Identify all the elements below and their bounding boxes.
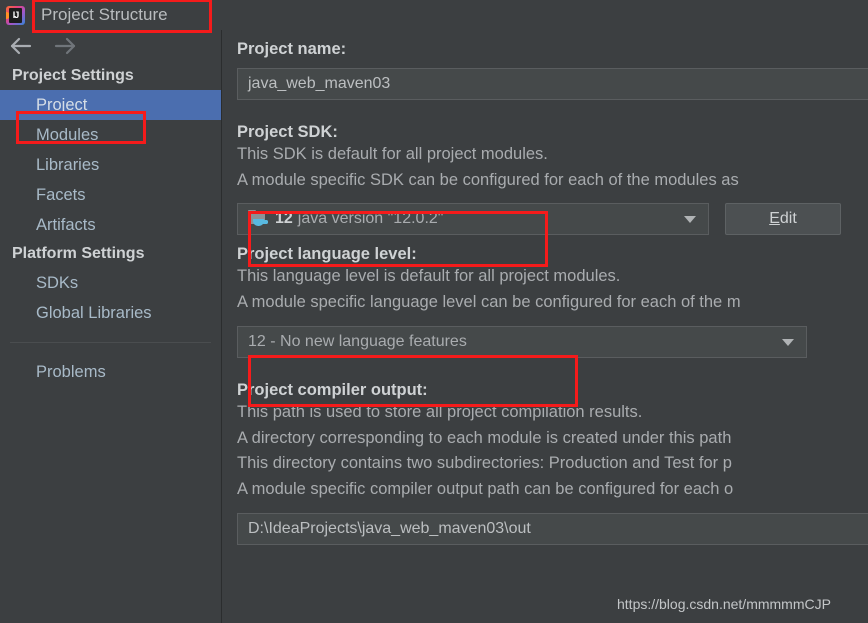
chevron-down-icon[interactable] [782,339,794,347]
sidebar-group-header: Project Settings [12,67,134,84]
sidebar-group-platform-settings: Platform Settings SDKs Global Libraries [0,240,221,328]
compiler-output-path-input[interactable]: D:\IdeaProjects\java_web_maven03\out [237,512,868,545]
project-settings-panel: Project name: java_web_maven03 Project S… [223,30,868,623]
logo-mark-text: IJ [9,7,22,23]
sidebar-item-sdks[interactable]: SDKs [0,268,221,298]
sidebar-item-modules[interactable]: Modules [0,120,221,150]
sidebar-item-problems[interactable]: Problems [0,357,221,387]
sidebar-item-facets[interactable]: Facets [0,180,221,210]
language-level-desc-line-2: A module specific language level can be … [237,292,741,311]
project-sdk-label: Project SDK: [237,123,338,141]
chevron-down-icon[interactable] [684,216,696,224]
language-level-combo[interactable]: 12 - No new language features [237,326,807,359]
sidebar-item-artifacts[interactable]: Artifacts [0,210,221,240]
arrow-right-icon[interactable] [52,35,78,57]
sidebar-item-global-libraries[interactable]: Global Libraries [0,298,221,328]
project-name-input[interactable]: java_web_maven03 [237,68,868,100]
arrow-left-icon[interactable] [8,35,34,57]
compiler-output-desc-line-3: This directory contains two subdirectori… [237,454,732,473]
project-sdk-combo[interactable]: 12 java version "12.0.2" [237,203,709,236]
window-title: Project Structure [41,5,168,24]
intellij-idea-logo-icon: IJ [6,5,25,25]
project-sdk-desc-line-1: This SDK is default for all project modu… [237,145,548,163]
sidebar-item-libraries[interactable]: Libraries [0,150,221,180]
compiler-output-desc-line-2: A directory corresponding to each module… [237,428,732,447]
project-sdk-desc-line-2: A module specific SDK can be configured … [237,170,739,189]
project-sdk-version-text: java version "12.0.2" [297,210,444,228]
jdk-folder-coffee-icon [248,210,268,227]
edit-button-suffix: dit [779,210,797,228]
edit-sdk-button[interactable]: Edit [725,203,841,236]
language-level-value: 12 - No new language features [248,333,467,351]
sidebar-group-project-settings: Project Settings Project Modules Librari… [0,62,221,240]
sidebar-group-header: Platform Settings [12,245,145,262]
language-level-desc-line-1: This language level is default for all p… [237,267,621,286]
compiler-output-desc-line-4: A module specific compiler output path c… [237,479,734,498]
watermark-text: https://blog.csdn.net/mmmmmCJP [617,596,831,612]
sidebar-divider [10,342,211,343]
project-structure-dialog: IJ Project Structure Project Settings Pr… [0,0,868,623]
edit-button-mnemonic: E [769,210,780,228]
compiler-output-label: Project compiler output: [237,381,428,400]
sidebar-item-project[interactable]: Project [0,90,221,120]
language-level-label: Project language level: [237,245,417,264]
project-name-label: Project name: [237,40,347,58]
compiler-output-desc-line-1: This path is used to store all project c… [237,403,643,422]
sidebar-navigation-bar [0,30,221,62]
window-titlebar: IJ Project Structure [0,0,868,30]
project-sdk-version-bold: 12 [275,210,293,228]
settings-sidebar: Project Settings Project Modules Librari… [0,30,222,623]
